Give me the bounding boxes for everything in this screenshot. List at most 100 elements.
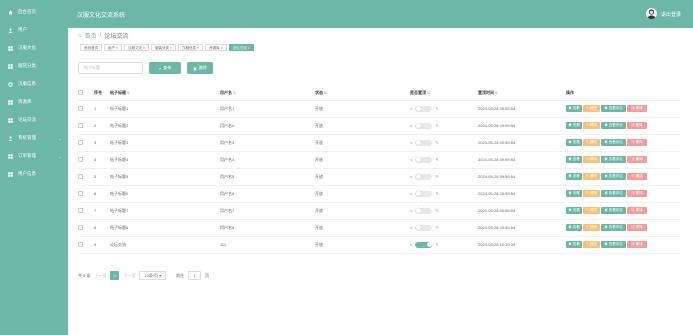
edit-button[interactable]: ✎ 修改 [583,207,600,214]
row-checkbox[interactable] [78,106,83,112]
sidebar-item-2[interactable]: 汉服文化 [0,39,68,57]
breadcrumb-home[interactable]: 首页 [85,31,97,40]
view-button[interactable]: ◉ 查看 [566,139,582,146]
edit-button[interactable]: ✎ 修改 [583,241,600,248]
prev-page-button[interactable]: 上一页 [94,273,106,279]
row-checkbox[interactable] [78,208,83,214]
sidebar-item-6[interactable]: 论坛交流 [0,111,68,129]
sidebar-item-7[interactable]: 系统管理 ⌄ [0,129,68,147]
pinned-toggle[interactable] [415,224,433,231]
view-comments-button[interactable]: ◉ 查看评论 [601,190,626,197]
edit-button[interactable]: ✎ 修改 [583,122,600,129]
sidebar-item-5[interactable]: 资源库 [0,93,68,111]
view-comments-button[interactable]: ◉ 查看评论 [601,122,626,129]
close-icon[interactable]: × [196,46,199,50]
row-checkbox[interactable] [78,225,83,231]
tab-4[interactable]: 汉服信息 × [178,44,204,51]
delete-button[interactable]: ▣ 删除 [627,241,647,248]
close-icon[interactable]: × [115,46,118,50]
view-button[interactable]: ◉ 查看 [566,122,582,129]
delete-button[interactable]: ▣ 删除 [627,173,647,180]
pinned-toggle[interactable] [415,105,433,112]
tab-5[interactable]: 资源库 × [205,44,227,51]
edit-button[interactable]: ✎ 修改 [583,190,600,197]
close-icon[interactable]: × [247,46,250,50]
row-checkbox[interactable] [78,123,83,129]
edit-icon[interactable]: ✎ [435,157,438,162]
view-button[interactable]: ◉ 查看 [566,190,582,197]
edit-button[interactable]: ✎ 修改 [583,173,600,180]
edit-icon[interactable]: ✎ [435,242,438,247]
col-header-time[interactable]: 置顶时间⇅ [478,86,566,101]
sidebar-item-0[interactable]: 后台首页 [0,3,68,21]
close-icon[interactable]: × [169,46,172,50]
row-checkbox[interactable] [78,174,83,180]
col-header-status[interactable]: 状态⇅ [315,86,410,101]
view-comments-button[interactable]: ◉ 查看评论 [601,173,626,180]
sidebar-item-3[interactable]: 服装分类 [0,57,68,75]
sidebar-item-9[interactable]: 用户信息 [0,165,68,183]
sidebar-item-4[interactable]: 汉服信息 [0,75,68,93]
delete-button[interactable]: ▣ 删除 [627,190,647,197]
sidebar-item-8[interactable]: 订单管理 ⌄ [0,147,68,165]
edit-button[interactable]: ✎ 修改 [583,156,600,163]
view-button[interactable]: ◉ 查看 [566,207,582,214]
logout-link[interactable]: 退出登录 [661,11,681,18]
edit-icon[interactable]: ✎ [435,225,438,230]
col-header-title[interactable]: 帖子标题⇅ [110,86,220,101]
edit-icon[interactable]: ✎ [435,174,438,179]
row-checkbox[interactable] [78,140,83,146]
tab-3[interactable]: 服装分类 × [151,44,177,51]
delete-button[interactable]: ▣ 删除 [627,156,647,163]
view-button[interactable]: ◉ 查看 [566,173,582,180]
pinned-toggle[interactable] [415,190,433,197]
tab-0[interactable]: 系统首页 [80,44,102,51]
delete-button[interactable]: ▣ 删除 [627,224,647,231]
sidebar-item-1[interactable]: 用户 [0,21,68,39]
close-icon[interactable]: × [142,46,145,50]
query-button[interactable]: ⌕ 查询 [149,62,181,74]
edit-button[interactable]: ✎ 修改 [583,139,600,146]
pinned-toggle[interactable] [415,139,433,146]
tab-1[interactable]: 用户 × [104,44,123,51]
pinned-toggle[interactable] [415,122,433,129]
batch-delete-button[interactable]: ▣ 删除 [187,62,213,74]
goto-page-input[interactable]: 1 [188,271,202,280]
view-comments-button[interactable]: ◉ 查看评论 [601,241,626,248]
next-page-button[interactable]: 下一页 [123,273,135,279]
close-icon[interactable]: × [220,46,223,50]
edit-icon[interactable]: ✎ [435,208,438,213]
delete-button[interactable]: ▣ 删除 [627,139,647,146]
delete-button[interactable]: ▣ 删除 [627,207,647,214]
tab-6[interactable]: 论坛交流 × [228,44,254,51]
search-input[interactable]: 帖子标题 [78,62,143,74]
select-all-checkbox[interactable] [78,90,83,96]
row-checkbox[interactable] [78,157,83,163]
edit-icon[interactable]: ✎ [435,106,438,111]
pinned-toggle[interactable] [415,207,433,214]
row-checkbox[interactable] [78,242,83,248]
avatar[interactable] [646,8,657,19]
delete-button[interactable]: ▣ 删除 [627,122,647,129]
view-button[interactable]: ◉ 查看 [566,105,582,112]
row-checkbox[interactable] [78,191,83,197]
view-comments-button[interactable]: ◉ 查看评论 [601,207,626,214]
edit-button[interactable]: ✎ 修改 [583,224,600,231]
delete-button[interactable]: ▣ 删除 [627,105,647,112]
pinned-toggle[interactable] [415,156,433,163]
tab-2[interactable]: 汉服文化 × [124,44,150,51]
view-button[interactable]: ◉ 查看 [566,224,582,231]
view-button[interactable]: ◉ 查看 [566,241,582,248]
col-header-pinned[interactable]: 是否置顶⇅ [410,86,478,101]
edit-button[interactable]: ✎ 修改 [583,105,600,112]
page-number[interactable]: 1 [110,271,120,280]
view-comments-button[interactable]: ◉ 查看评论 [601,156,626,163]
view-button[interactable]: ◉ 查看 [566,156,582,163]
pinned-toggle[interactable] [415,173,433,180]
col-header-user[interactable]: 用户名⇅ [220,86,315,101]
view-comments-button[interactable]: ◉ 查看评论 [601,224,626,231]
page-size-select[interactable]: 10条/页 ▾ [139,271,167,280]
edit-icon[interactable]: ✎ [435,191,438,196]
pinned-toggle[interactable] [415,241,433,248]
edit-icon[interactable]: ✎ [435,123,438,128]
